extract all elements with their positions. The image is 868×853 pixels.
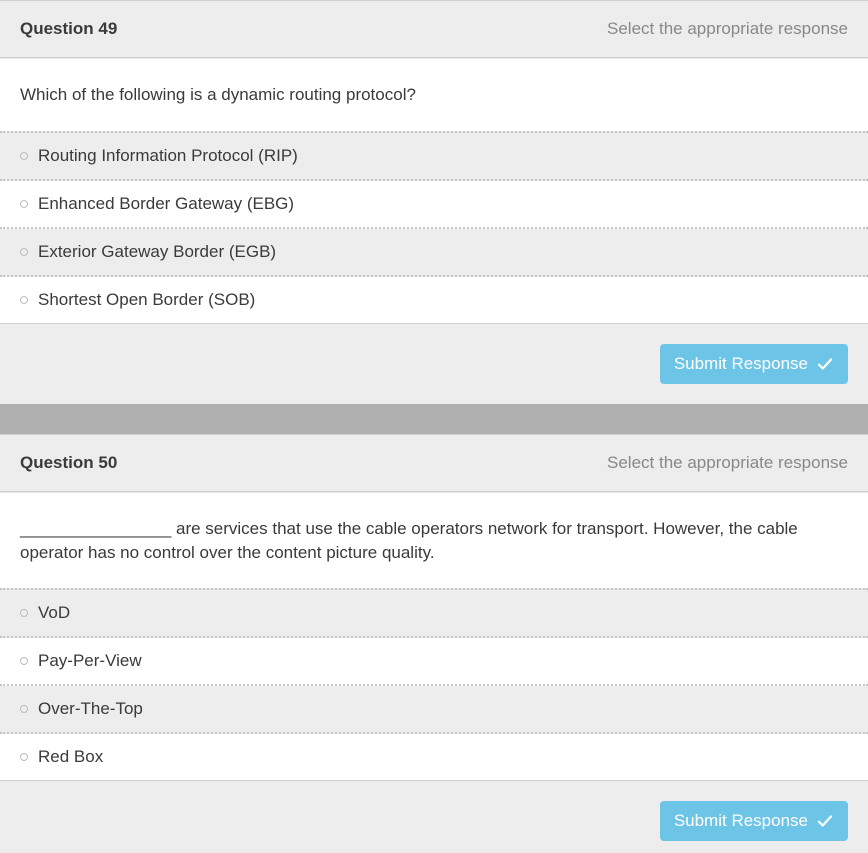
options-list: Routing Information Protocol (RIP) Enhan… xyxy=(0,131,868,324)
check-icon xyxy=(816,355,834,373)
radio-icon[interactable] xyxy=(20,152,28,160)
question-card-49: Question 49 Select the appropriate respo… xyxy=(0,0,868,404)
radio-icon[interactable] xyxy=(20,200,28,208)
radio-icon[interactable] xyxy=(20,705,28,713)
question-instruction: Select the appropriate response xyxy=(607,19,848,39)
question-footer: Submit Response xyxy=(0,781,868,853)
option-row[interactable]: VoD xyxy=(0,590,868,638)
question-card-50: Question 50 Select the appropriate respo… xyxy=(0,434,868,853)
option-row[interactable]: Routing Information Protocol (RIP) xyxy=(0,133,868,181)
options-list: VoD Pay-Per-View Over-The-Top Red Box xyxy=(0,588,868,781)
radio-icon[interactable] xyxy=(20,296,28,304)
radio-icon[interactable] xyxy=(20,657,28,665)
question-header: Question 49 Select the appropriate respo… xyxy=(0,1,868,58)
radio-icon[interactable] xyxy=(20,609,28,617)
card-divider xyxy=(0,404,868,434)
option-row[interactable]: Over-The-Top xyxy=(0,686,868,734)
option-label: Exterior Gateway Border (EGB) xyxy=(38,242,276,262)
option-row[interactable]: Shortest Open Border (SOB) xyxy=(0,277,868,324)
option-label: Red Box xyxy=(38,747,103,767)
option-label: VoD xyxy=(38,603,70,623)
question-title: Question 49 xyxy=(20,19,117,39)
check-icon xyxy=(816,812,834,830)
question-footer: Submit Response xyxy=(0,324,868,404)
option-label: Shortest Open Border (SOB) xyxy=(38,290,255,310)
question-prompt: Which of the following is a dynamic rout… xyxy=(0,58,868,131)
option-label: Pay-Per-View xyxy=(38,651,142,671)
radio-icon[interactable] xyxy=(20,248,28,256)
option-row[interactable]: Enhanced Border Gateway (EBG) xyxy=(0,181,868,229)
option-row[interactable]: Red Box xyxy=(0,734,868,781)
option-row[interactable]: Pay-Per-View xyxy=(0,638,868,686)
submit-button-label: Submit Response xyxy=(674,354,808,374)
submit-button[interactable]: Submit Response xyxy=(660,801,848,841)
submit-button[interactable]: Submit Response xyxy=(660,344,848,384)
option-label: Routing Information Protocol (RIP) xyxy=(38,146,298,166)
question-title: Question 50 xyxy=(20,453,117,473)
submit-button-label: Submit Response xyxy=(674,811,808,831)
radio-icon[interactable] xyxy=(20,753,28,761)
option-label: Over-The-Top xyxy=(38,699,143,719)
option-row[interactable]: Exterior Gateway Border (EGB) xyxy=(0,229,868,277)
question-prompt: ________________ are services that use t… xyxy=(0,492,868,589)
option-label: Enhanced Border Gateway (EBG) xyxy=(38,194,294,214)
question-instruction: Select the appropriate response xyxy=(607,453,848,473)
question-header: Question 50 Select the appropriate respo… xyxy=(0,435,868,492)
